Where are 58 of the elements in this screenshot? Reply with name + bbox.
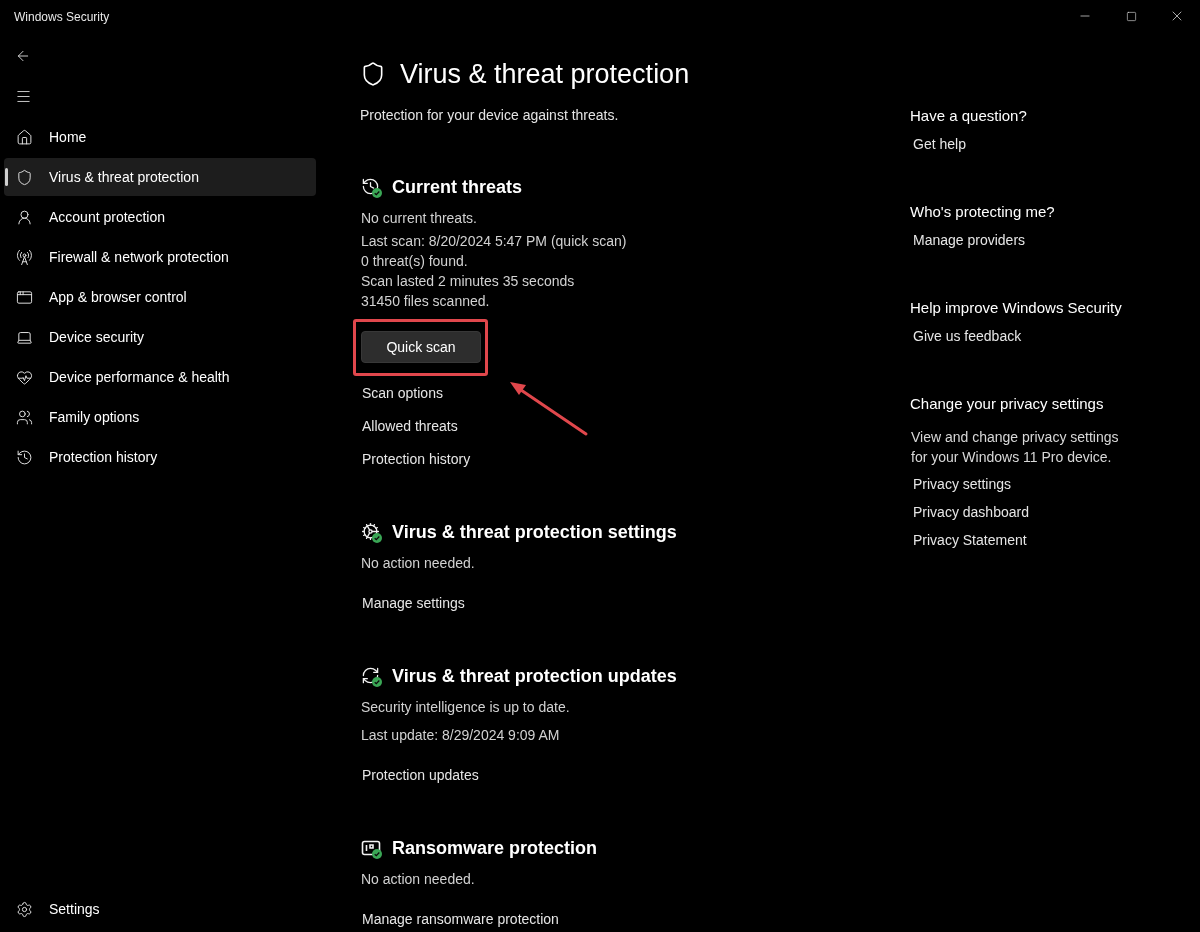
scan-button[interactable]: Quick scan xyxy=(361,331,481,363)
home-icon xyxy=(16,128,33,146)
help-link[interactable]: Give us feedback xyxy=(912,326,1022,346)
settings-icon xyxy=(16,900,33,918)
sidebar-item[interactable]: Virus & threat protection xyxy=(4,158,316,196)
section-link[interactable]: Protection updates xyxy=(361,765,479,785)
help-link[interactable]: Manage providers xyxy=(912,230,1026,250)
section-heading: Virus & threat protection updates xyxy=(392,665,677,688)
antenna-icon xyxy=(16,248,33,266)
section-heading: Ransomware protection xyxy=(392,837,598,860)
window-icon xyxy=(16,288,33,306)
help-link[interactable]: Privacy settings xyxy=(912,474,1012,494)
status-text: No action needed. xyxy=(361,554,476,573)
help-link[interactable]: Privacy Statement xyxy=(912,530,1027,550)
heart-pulse-icon xyxy=(16,368,33,386)
window-title: Windows Security xyxy=(13,9,110,25)
status-text: No current threats. xyxy=(361,209,478,228)
scan-detail: Scan lasted 2 minutes 35 seconds xyxy=(361,272,576,291)
sidebar-item[interactable]: App & browser control xyxy=(4,278,316,316)
help-heading: Have a question? xyxy=(910,106,1028,126)
status-text: No action needed. xyxy=(361,870,476,889)
section-link[interactable]: Protection history xyxy=(361,449,471,469)
maximize-icon xyxy=(1125,10,1137,22)
sidebar-item[interactable]: Account protection xyxy=(4,198,316,236)
person-icon xyxy=(16,208,33,226)
help-heading: Change your privacy settings xyxy=(910,394,1105,414)
help-heading: Help improve Windows Security xyxy=(910,298,1123,318)
clock-icon xyxy=(16,448,33,466)
people-icon xyxy=(16,408,33,426)
clock-check-icon xyxy=(361,176,382,198)
help-link[interactable]: Privacy dashboard xyxy=(912,502,1029,522)
sidebar-item[interactable]: Protection history xyxy=(4,438,316,476)
help-heading: Who's protecting me? xyxy=(910,202,1056,222)
status-text: Last update: 8/29/2024 9:09 AM xyxy=(361,726,561,745)
status-text: Security intelligence is up to date. xyxy=(361,698,571,717)
scan-detail: Last scan: 8/20/2024 5:47 PM (quick scan) xyxy=(361,232,628,251)
help-text: View and change privacy settings for your Windows 11 Pro device. xyxy=(910,428,1120,467)
page-subtitle: Protection for your device against threats. xyxy=(360,106,620,125)
scan-detail: 31450 files scanned. xyxy=(361,292,491,311)
sidebar-item[interactable]: Device performance & health xyxy=(4,358,316,396)
page-title: Virus & threat protection xyxy=(400,58,690,91)
scan-detail: 0 threat(s) found. xyxy=(361,252,469,271)
section-link[interactable]: Scan options xyxy=(361,383,443,403)
gear-check-icon xyxy=(361,521,382,543)
sidebar-item[interactable]: Settings xyxy=(4,890,316,928)
sidebar-item[interactable]: Device security xyxy=(4,318,316,356)
section-heading: Virus & threat protection settings xyxy=(392,521,677,544)
section-link[interactable]: Allowed threats xyxy=(361,416,458,436)
help-link[interactable]: Get help xyxy=(912,134,966,154)
sidebar-item[interactable]: Family options xyxy=(4,398,316,436)
sidebar-item[interactable]: Home xyxy=(4,118,316,156)
refresh-check-icon xyxy=(361,665,382,687)
sidebar-item[interactable]: Firewall & network protection xyxy=(4,238,316,276)
selection-indicator xyxy=(5,168,8,186)
section-link[interactable]: Manage settings xyxy=(361,593,465,613)
shield-icon xyxy=(16,168,33,186)
section-link[interactable]: Manage ransomware protection xyxy=(361,909,559,929)
section-heading: Current threats xyxy=(392,176,523,199)
